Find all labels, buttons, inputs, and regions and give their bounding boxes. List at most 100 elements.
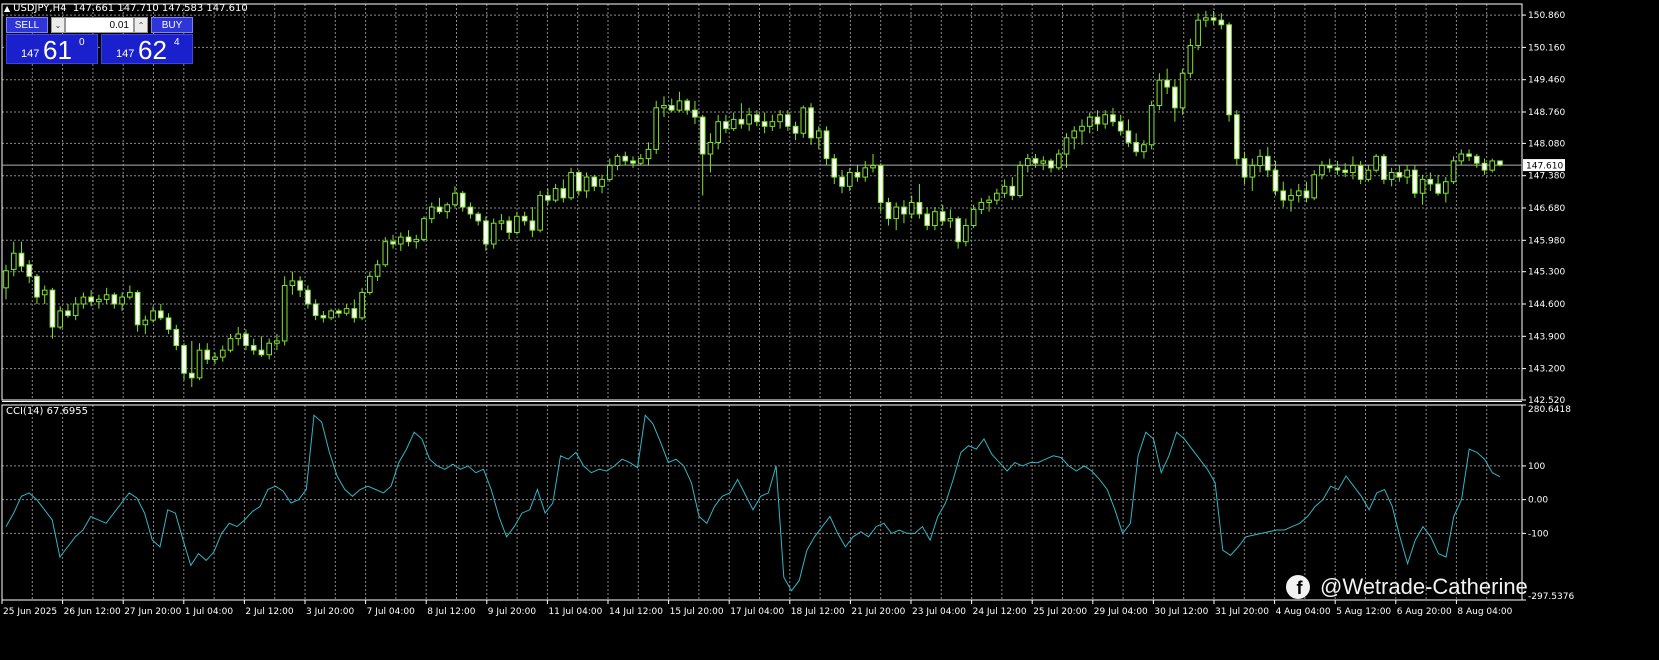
lot-increase-chevron-up-icon[interactable]: ⌃ [134,17,148,33]
watermark: f @Wetrade-Catherine [1286,572,1528,602]
candle-body-bull [970,208,977,227]
candle-body-bear [885,201,892,220]
candle [661,96,667,118]
candle [862,160,869,182]
candle-body-bear [436,206,443,213]
candle-body-bull [359,291,365,319]
chart-canvas[interactable]: 147.610 25 Jun 2025 26 Jun 12:00 27 Jun 20… [0,0,1659,660]
collapse-triangle-icon[interactable]: ▲ [4,4,10,13]
candle-body-bull [815,130,822,139]
candle-body-bear [955,218,961,243]
candle-body-bear [49,289,56,328]
x-tick-label: 15 Jul 20:00 [670,607,724,617]
price-tick-label: 148.760 [1528,108,1565,118]
x-tick-label: 17 Jul 04:00 [730,607,784,617]
candle-body-bear [1032,158,1039,164]
candle [227,334,234,353]
candle [901,200,907,224]
sell-button[interactable]: SELL [6,17,48,33]
x-tick-label: 21 Jul 20:00 [851,607,905,617]
candle [1195,13,1201,51]
grid-layer [1,4,1522,600]
candle [699,114,706,196]
candle [490,218,497,249]
candle-body-bear [839,176,845,187]
candle [1388,167,1395,187]
candle-body-bull [932,211,938,227]
candle [1117,114,1124,136]
cci-tick-label: -100 [1528,529,1549,539]
candle [72,297,79,321]
candle-body-bull [1404,169,1410,178]
lot-decrease-chevron-down-icon[interactable]: ⌄ [51,17,65,33]
candle-body-bear [351,308,358,319]
candle-body-bull [715,121,721,143]
candle [134,290,141,332]
candle [1233,110,1240,166]
candle [877,163,884,212]
candle-body-bear [475,213,482,222]
candle-body-bear [591,176,598,187]
candle-body-bull [490,222,497,245]
candle [1257,149,1263,173]
x-tick-label: 1 Jul 04:00 [185,607,234,617]
candle [1326,158,1333,173]
candle [676,91,683,113]
candle [173,324,180,351]
candle-body-bull [289,280,296,287]
buy-button[interactable]: BUY [151,17,193,33]
candle [157,304,164,321]
candle-body-bear [1427,178,1434,185]
candle [336,308,342,318]
buy-price-box[interactable]: 147 62 4 [101,34,193,65]
sell-price-box[interactable]: 147 61 0 [6,34,98,65]
candle [614,154,621,171]
candle [498,214,505,231]
candle-body-bull [1102,114,1109,125]
candle [1280,181,1287,208]
candle [1264,147,1271,178]
candle [963,218,969,247]
buy-price-big: 62 [138,35,167,65]
candle [1334,160,1341,175]
candle [924,207,930,231]
candle [506,216,512,240]
x-tick-label: 24 Jul 12:00 [973,607,1027,617]
candle-body-bear [1264,155,1271,171]
candle [947,209,954,228]
candle-body-bear [405,236,412,243]
x-tick-label: 29 Jul 04:00 [1094,607,1148,617]
candle-body-bear [258,349,265,356]
candle [444,202,451,219]
price-tick-label: 150.160 [1528,43,1565,53]
candle-body-bear [1381,155,1387,180]
candle-body-bull [1063,137,1070,155]
candle [1295,184,1302,203]
candle [196,343,203,381]
candle [367,271,373,295]
candle [545,188,551,205]
candle-body-bear [1481,162,1488,171]
candle [289,271,296,295]
candle-body-bull [235,333,242,340]
candle-body-bear [320,315,327,319]
candle-body-bull [893,206,900,220]
candle-body-bear [1110,114,1116,123]
lot-size-input[interactable] [65,17,134,33]
candle-body-bull [498,220,505,224]
candle [65,304,71,318]
candle [839,170,845,194]
candle-body-bull [1249,165,1256,178]
candle-body-bull [428,206,435,220]
sell-price-prefix: 147 [21,48,40,60]
candle [692,100,698,124]
candle [576,170,582,196]
candle-body-bull [1419,178,1426,194]
candle [792,121,799,141]
candle-body-bull [212,356,218,360]
watermark-text: @Wetrade-Catherine [1320,574,1528,599]
facebook-icon: f [1286,575,1310,599]
candle-body-bear [792,125,799,134]
candle-body-bull [661,105,667,109]
candle [41,285,48,304]
